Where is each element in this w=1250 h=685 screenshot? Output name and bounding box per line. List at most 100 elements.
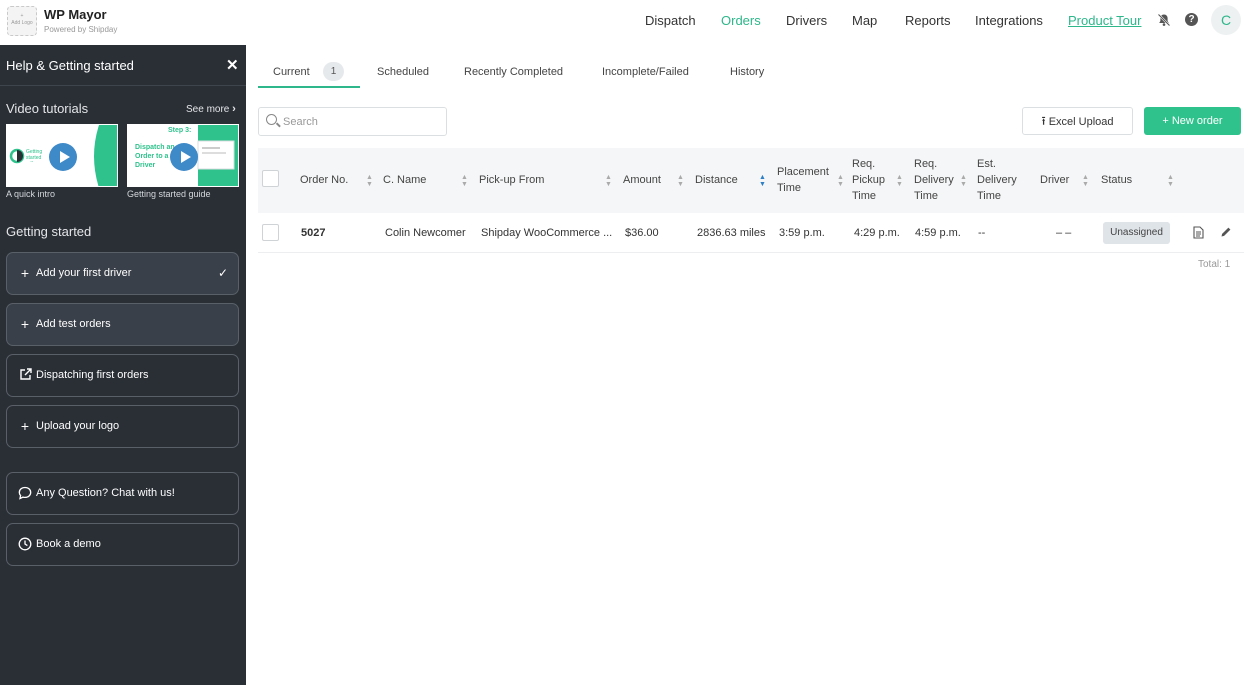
search-icon xyxy=(266,114,277,125)
col-status[interactable]: Status xyxy=(1101,172,1132,188)
tab-recently-completed[interactable]: Recently Completed xyxy=(464,66,563,78)
nav-orders[interactable]: Orders xyxy=(721,13,761,28)
col-customer-name[interactable]: C. Name xyxy=(383,172,426,188)
chat-with-us-button[interactable]: Any Question? Chat with us! xyxy=(6,472,239,515)
nav-reports[interactable]: Reports xyxy=(905,13,951,28)
help-icon[interactable]: ? xyxy=(1185,13,1198,26)
col-placement-time[interactable]: Placement Time xyxy=(777,164,835,196)
external-link-icon xyxy=(18,368,32,384)
thumb-step-label: Step 3: xyxy=(168,127,192,134)
video-caption-intro: A quick intro xyxy=(6,189,56,199)
see-more-link[interactable]: See more › xyxy=(186,103,236,115)
orders-table-header: Order No. ▲ ▼ C. Name ▲ ▼ Pick-up From ▲ ▼ … xyxy=(258,148,1244,213)
sidebar-divider xyxy=(0,85,246,86)
upload-icon: ⭱ xyxy=(1041,114,1046,128)
status-badge: Unassigned xyxy=(1103,222,1170,244)
driver[interactable]: – – xyxy=(1056,227,1071,239)
add-first-driver-button[interactable]: + Add your first driver ✓ xyxy=(6,252,239,295)
thumb-text-guide: Dispatch an Order to a Driver xyxy=(135,144,175,169)
demo-label: Book a demo xyxy=(36,538,101,550)
chevron-right-icon: › xyxy=(232,103,236,115)
col-amount[interactable]: Amount xyxy=(623,172,661,188)
col-req-pickup-time[interactable]: Req. Pickup Time xyxy=(852,156,892,204)
checkmark-icon: ✓ xyxy=(218,266,229,280)
row-checkbox[interactable] xyxy=(262,224,279,241)
plus-icon: + xyxy=(20,316,30,332)
tab-incomplete-failed[interactable]: Incomplete/Failed xyxy=(602,66,689,78)
new-order-button[interactable]: + New order xyxy=(1144,107,1241,135)
nav-map[interactable]: Map xyxy=(852,13,877,28)
dispatching-first-orders-button[interactable]: Dispatching first orders xyxy=(6,354,239,397)
upload-logo-button[interactable]: + Upload your logo xyxy=(6,405,239,448)
nav-product-tour[interactable]: Product Tour xyxy=(1068,13,1141,28)
table-row[interactable]: 5027 Colin Newcomer Shipday WooCommerce … xyxy=(258,213,1244,253)
video-thumbnail-guide[interactable]: Step 3: Dispatch an Order to a Driver xyxy=(127,124,239,187)
excel-upload-label: Excel Upload xyxy=(1048,116,1114,128)
col-req-delivery-time[interactable]: Req. Delivery Time xyxy=(914,156,960,204)
distance: 2836.63 miles xyxy=(697,227,766,239)
sort-icon[interactable]: ▲ ▼ xyxy=(960,174,967,188)
step-label: Add your first driver xyxy=(36,267,132,279)
company-name: WP Mayor xyxy=(44,7,107,22)
sort-icon[interactable]: ▲ ▼ xyxy=(461,174,468,188)
amount: $36.00 xyxy=(625,227,659,239)
plus-icon: + xyxy=(20,418,30,434)
play-icon xyxy=(170,143,198,171)
tab-history[interactable]: History xyxy=(730,66,764,78)
top-bar: + Add Logo WP Mayor Powered by Shipday Di… xyxy=(0,0,1250,45)
sort-icon[interactable]: ▲ ▼ xyxy=(605,174,612,188)
step-label: Upload your logo xyxy=(36,420,120,432)
see-more-label: See more xyxy=(186,104,230,115)
book-demo-button[interactable]: Book a demo xyxy=(6,523,239,566)
est-delivery-time: -- xyxy=(978,227,986,239)
select-all-checkbox[interactable] xyxy=(262,170,279,187)
col-order-no[interactable]: Order No. xyxy=(300,172,348,188)
excel-upload-button[interactable]: ⭱ Excel Upload xyxy=(1022,107,1133,135)
thumb-text-intro: Getting started with Shipday xyxy=(26,149,43,162)
chat-label: Any Question? Chat with us! xyxy=(36,487,175,499)
clock-icon xyxy=(18,537,32,554)
req-delivery-time: 4:59 p.m. xyxy=(915,227,961,239)
bell-muted-icon[interactable] xyxy=(1157,13,1171,27)
sort-icon[interactable]: ▲ ▼ xyxy=(896,174,903,188)
col-driver[interactable]: Driver xyxy=(1040,172,1069,188)
avatar[interactable]: C xyxy=(1211,5,1241,35)
help-sidebar: Help & Getting started ✕ Video tutorials… xyxy=(0,45,246,685)
chat-bubble-icon xyxy=(18,486,32,503)
pickup-from: Shipday WooCommerce ... xyxy=(481,227,613,239)
active-tab-indicator xyxy=(258,86,360,88)
tab-current[interactable]: Current xyxy=(273,66,310,78)
sort-active-icon[interactable]: ▲ ▼ xyxy=(759,174,766,188)
video-caption-guide: Getting started guide xyxy=(127,189,211,199)
col-distance[interactable]: Distance xyxy=(695,172,738,188)
play-icon xyxy=(49,143,77,171)
sort-icon[interactable]: ▲ ▼ xyxy=(1167,174,1174,188)
nav-drivers[interactable]: Drivers xyxy=(786,13,827,28)
close-icon[interactable]: ✕ xyxy=(226,56,239,74)
getting-started-heading: Getting started xyxy=(6,224,92,239)
col-pickup-from[interactable]: Pick-up From xyxy=(479,172,544,188)
logo-upload-placeholder[interactable]: + Add Logo xyxy=(7,6,37,36)
step-label: Dispatching first orders xyxy=(36,369,149,381)
search-input[interactable] xyxy=(283,113,441,131)
document-icon[interactable] xyxy=(1193,226,1204,242)
step-label: Add test orders xyxy=(36,318,111,330)
add-test-orders-button[interactable]: + Add test orders xyxy=(6,303,239,346)
req-pickup-time: 4:29 p.m. xyxy=(854,227,900,239)
placement-time: 3:59 p.m. xyxy=(779,227,825,239)
sort-icon[interactable]: ▲ ▼ xyxy=(677,174,684,188)
tab-scheduled[interactable]: Scheduled xyxy=(377,66,429,78)
video-thumbnail-intro[interactable]: Getting started with Shipday xyxy=(6,124,118,187)
sort-icon[interactable]: ▲ ▼ xyxy=(366,174,373,188)
total-count: Total: 1 xyxy=(1198,259,1231,270)
edit-pencil-icon[interactable] xyxy=(1220,226,1232,241)
nav-dispatch[interactable]: Dispatch xyxy=(645,13,696,28)
sort-icon[interactable]: ▲ ▼ xyxy=(837,174,844,188)
nav-integrations[interactable]: Integrations xyxy=(975,13,1043,28)
current-count-badge: 1 xyxy=(323,62,344,81)
sidebar-title: Help & Getting started xyxy=(6,58,134,73)
order-number: 5027 xyxy=(301,227,326,239)
plus-icon: + xyxy=(20,265,30,281)
search-box xyxy=(258,107,447,136)
sort-icon[interactable]: ▲ ▼ xyxy=(1082,174,1089,188)
